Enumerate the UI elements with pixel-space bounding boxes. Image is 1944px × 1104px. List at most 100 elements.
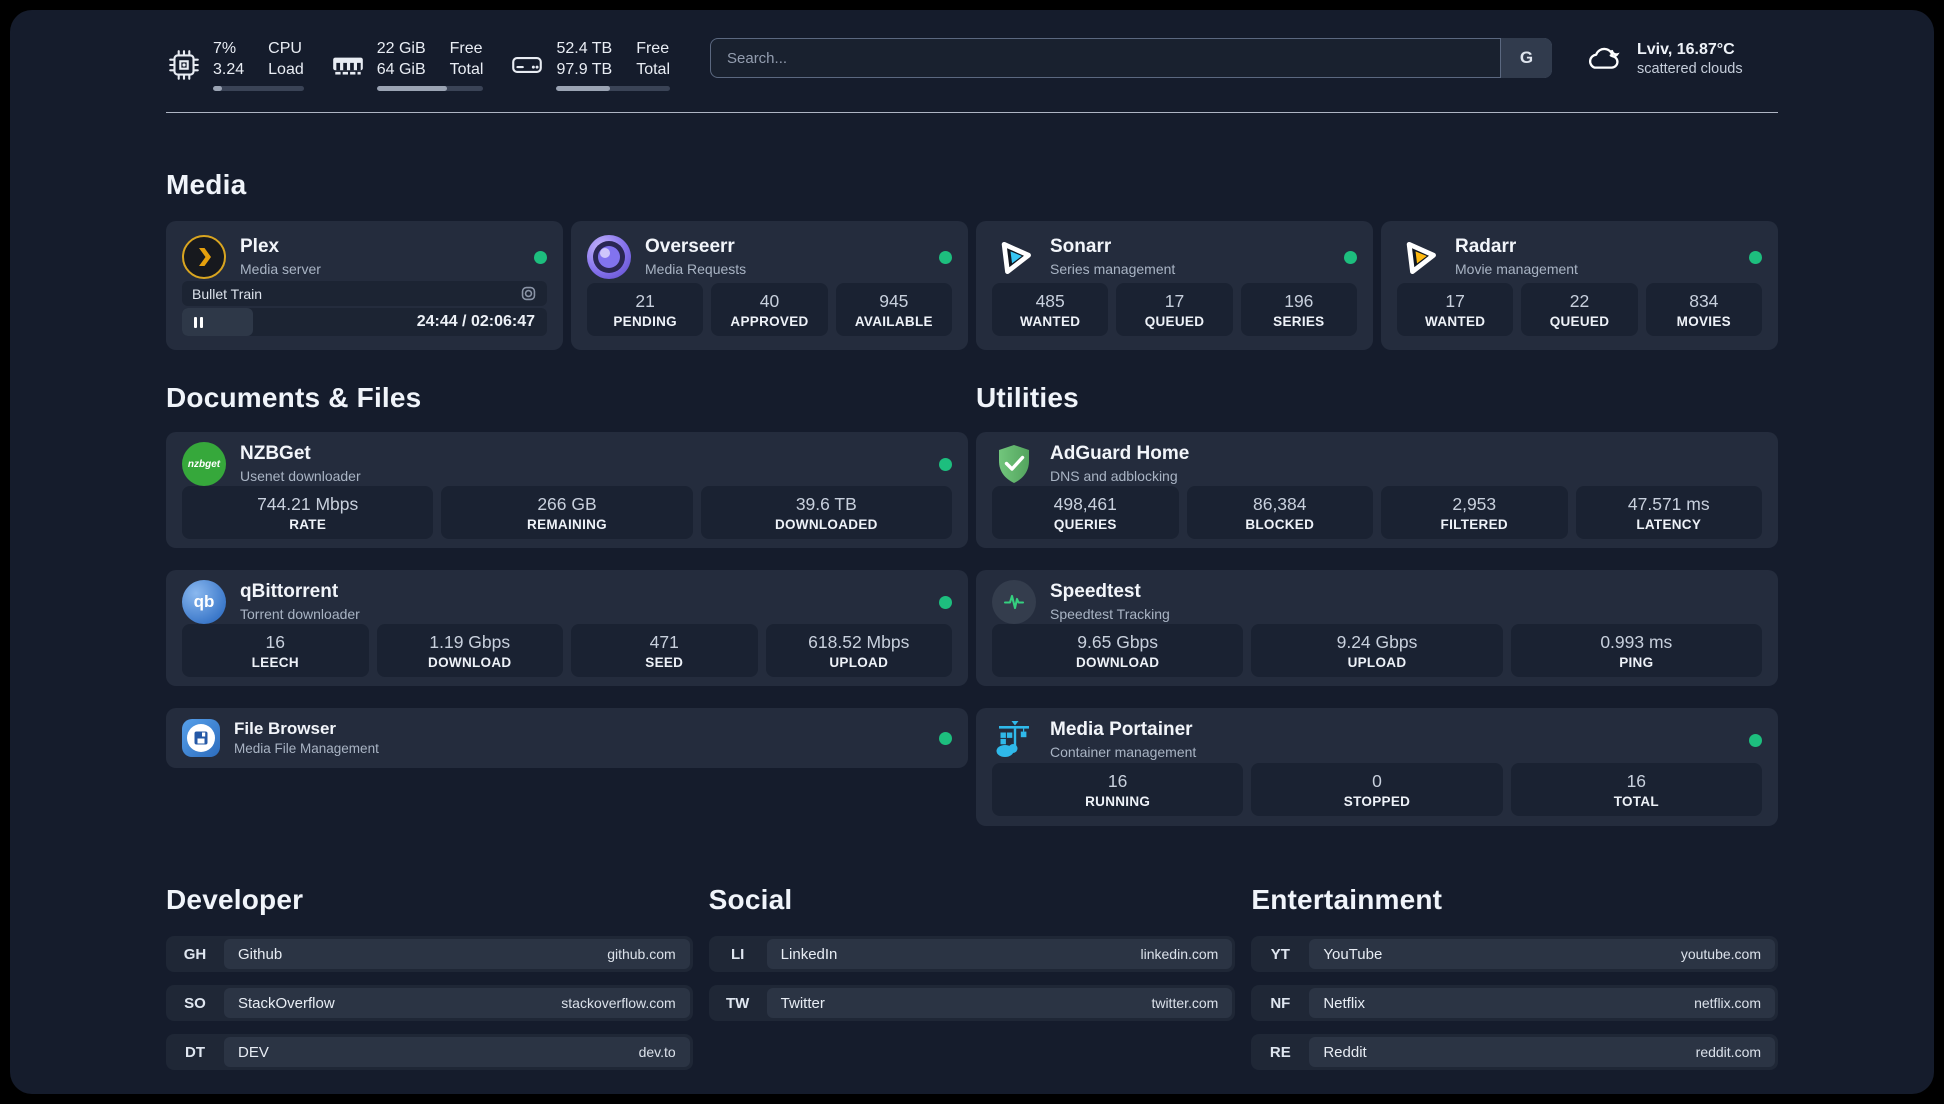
bookmark-name: LinkedIn: [780, 945, 838, 963]
section-documents-files: Documents & Files nzbget NZBGet Usenet d…: [166, 350, 968, 826]
stat-value: 9.24 Gbps: [1336, 631, 1418, 652]
disk-total-label: Total: [636, 61, 670, 78]
ram-icon: [332, 57, 363, 75]
stat-value: 485: [1035, 290, 1065, 311]
stat-tile: 9.24 Gbps UPLOAD: [1251, 624, 1503, 677]
stat-value: 196: [1284, 290, 1314, 311]
stat-label: DOWNLOAD: [1075, 654, 1160, 670]
app-description: DNS and adblocking: [1050, 467, 1178, 484]
app-name: AdGuard Home: [1050, 443, 1190, 465]
bookmark-url: dev.to: [638, 1044, 676, 1060]
pause-icon[interactable]: [194, 316, 203, 328]
stat-value: 17: [1164, 290, 1185, 311]
stat-label: PING: [1619, 654, 1654, 670]
cpu-label: CPU: [268, 39, 302, 57]
bookmark-abbr: NF: [1270, 994, 1291, 1012]
stat-tile: 2,953 FILTERED: [1381, 486, 1568, 539]
app-card-sonarr[interactable]: Sonarr Series management 485 WANTED 17 Q…: [976, 221, 1373, 350]
stat-value: 22: [1569, 290, 1590, 311]
app-description: Speedtest Tracking: [1050, 605, 1170, 622]
bookmark-abbr: LI: [731, 945, 745, 963]
disk-free-label: Free: [636, 39, 670, 57]
bookmark-youtube[interactable]: YT YouTube youtube.com: [1251, 936, 1779, 972]
stat-value: 17: [1445, 290, 1465, 311]
stat-tile: 266 GB REMAINING: [441, 486, 693, 539]
bookmark-name: YouTube: [1323, 945, 1383, 963]
section-title-utilities: Utilities: [976, 382, 1079, 413]
bookmark-reddit[interactable]: RE Reddit reddit.com: [1251, 1034, 1779, 1070]
bookmark-twitter[interactable]: TW Twitter twitter.com: [708, 985, 1236, 1021]
app-card-speedtest[interactable]: Speedtest Speedtest Tracking 9.65 Gbps D…: [976, 570, 1778, 686]
app-card-overseerr[interactable]: Overseerr Media Requests 21 PENDING 40 A…: [571, 221, 968, 350]
section-entertainment: Entertainment YT YouTube youtube.com NF …: [1251, 884, 1779, 1083]
stat-label: QUEUED: [1549, 313, 1610, 329]
stat-tile: 498,461 QUERIES: [992, 486, 1179, 539]
bookmark-url: twitter.com: [1151, 995, 1219, 1011]
top-bar: 7% 3.24 CPU Load 22 GiB 64 GiB Free Tota…: [166, 10, 1778, 92]
stat-value: 16: [1626, 770, 1647, 791]
qbittorrent-icon: qb: [182, 580, 226, 624]
stat-label: MOVIES: [1676, 313, 1731, 329]
section-developer: Developer GH Github github.com SO StackO…: [166, 884, 693, 1083]
bookmark-url: github.com: [607, 946, 676, 962]
stat-tile: 47.571 ms LATENCY: [1575, 486, 1762, 539]
status-online-dot: [939, 250, 952, 264]
bookmark-url: reddit.com: [1695, 1044, 1762, 1060]
bookmark-stackoverflow[interactable]: SO StackOverflow stackoverflow.com: [166, 985, 693, 1021]
stat-label: DOWNLOAD: [428, 654, 512, 670]
bookmark-dev[interactable]: DT DEV dev.to: [166, 1034, 693, 1070]
bookmark-github[interactable]: GH Github github.com: [166, 936, 693, 972]
bookmark-abbr: YT: [1270, 945, 1290, 963]
stat-value: 266 GB: [537, 493, 597, 514]
bookmark-abbr: SO: [184, 994, 206, 1012]
app-card-nzbget[interactable]: nzbget NZBGet Usenet downloader 744.21 M…: [166, 432, 968, 548]
stat-tile: 16 LEECH: [182, 624, 369, 677]
app-card-plex[interactable]: Plex Media server Bullet Train 24:44 / 0…: [166, 221, 563, 350]
stat-value: 9.65 Gbps: [1077, 631, 1159, 652]
bookmark-linkedin[interactable]: LI LinkedIn linkedin.com: [708, 936, 1236, 972]
stat-tile: 9.65 Gbps DOWNLOAD: [992, 624, 1244, 677]
stat-tile: 485 WANTED: [992, 283, 1109, 336]
app-card-adguard[interactable]: AdGuard Home DNS and adblocking 498,461 …: [976, 432, 1778, 548]
stat-value: 47.571 ms: [1627, 493, 1710, 514]
status-online-dot: [1749, 250, 1762, 264]
search-engine-button[interactable]: G: [1500, 38, 1552, 78]
stat-tile: 834 MOVIES: [1645, 283, 1762, 336]
app-description: Media Requests: [645, 260, 747, 277]
stat-value: 498,461: [1053, 493, 1117, 514]
disk-stat: 52.4 TB 97.9 TB Free Total: [509, 39, 670, 92]
stat-label: WANTED: [1020, 313, 1081, 329]
stat-value: 21: [635, 290, 655, 311]
bookmark-abbr: RE: [1269, 1043, 1291, 1061]
stat-label: PENDING: [613, 313, 677, 329]
weather-condition: scattered clouds: [1637, 61, 1743, 77]
disk-icon: [512, 57, 543, 73]
cpu-load-avg: 3.24: [213, 61, 245, 78]
bookmark-netflix[interactable]: NF Netflix netflix.com: [1251, 985, 1779, 1021]
stat-value: 744.21 Mbps: [257, 493, 359, 514]
bookmark-abbr: TW: [726, 994, 750, 1012]
nzbget-icon: nzbget: [182, 442, 226, 486]
app-name: Speedtest: [1050, 581, 1141, 603]
disk-total: 97.9 TB: [556, 61, 613, 78]
stat-label: APPROVED: [730, 313, 809, 329]
status-online-dot: [1344, 250, 1357, 264]
cpu-load-label: Load: [268, 61, 304, 78]
session-settings-icon[interactable]: [520, 285, 537, 302]
app-card-qbittorrent[interactable]: qb qBittorrent Torrent downloader 16 LEE…: [166, 570, 968, 686]
disk-free: 52.4 TB: [556, 39, 613, 57]
cpu-percent: 7%: [213, 39, 237, 57]
bookmark-abbr: DT: [185, 1043, 205, 1061]
stat-label: WANTED: [1425, 313, 1486, 329]
dashboard-page: 7% 3.24 CPU Load 22 GiB 64 GiB Free Tota…: [10, 10, 1934, 1094]
app-description: Torrent downloader: [240, 605, 360, 622]
bookmark-name: Reddit: [1323, 1043, 1367, 1061]
app-card-filebrowser[interactable]: File Browser Media File Management: [166, 708, 968, 768]
stat-tile: 0 STOPPED: [1251, 763, 1503, 816]
app-description: Container management: [1050, 743, 1197, 760]
app-card-radarr[interactable]: Radarr Movie management 17 WANTED 22 QUE…: [1381, 221, 1778, 350]
app-card-portainer[interactable]: Media Portainer Container management 16 …: [976, 708, 1778, 826]
system-stats: 7% 3.24 CPU Load 22 GiB 64 GiB Free Tota…: [166, 39, 670, 92]
stat-tile: 17 QUEUED: [1116, 283, 1233, 336]
search-input[interactable]: [710, 38, 1552, 78]
